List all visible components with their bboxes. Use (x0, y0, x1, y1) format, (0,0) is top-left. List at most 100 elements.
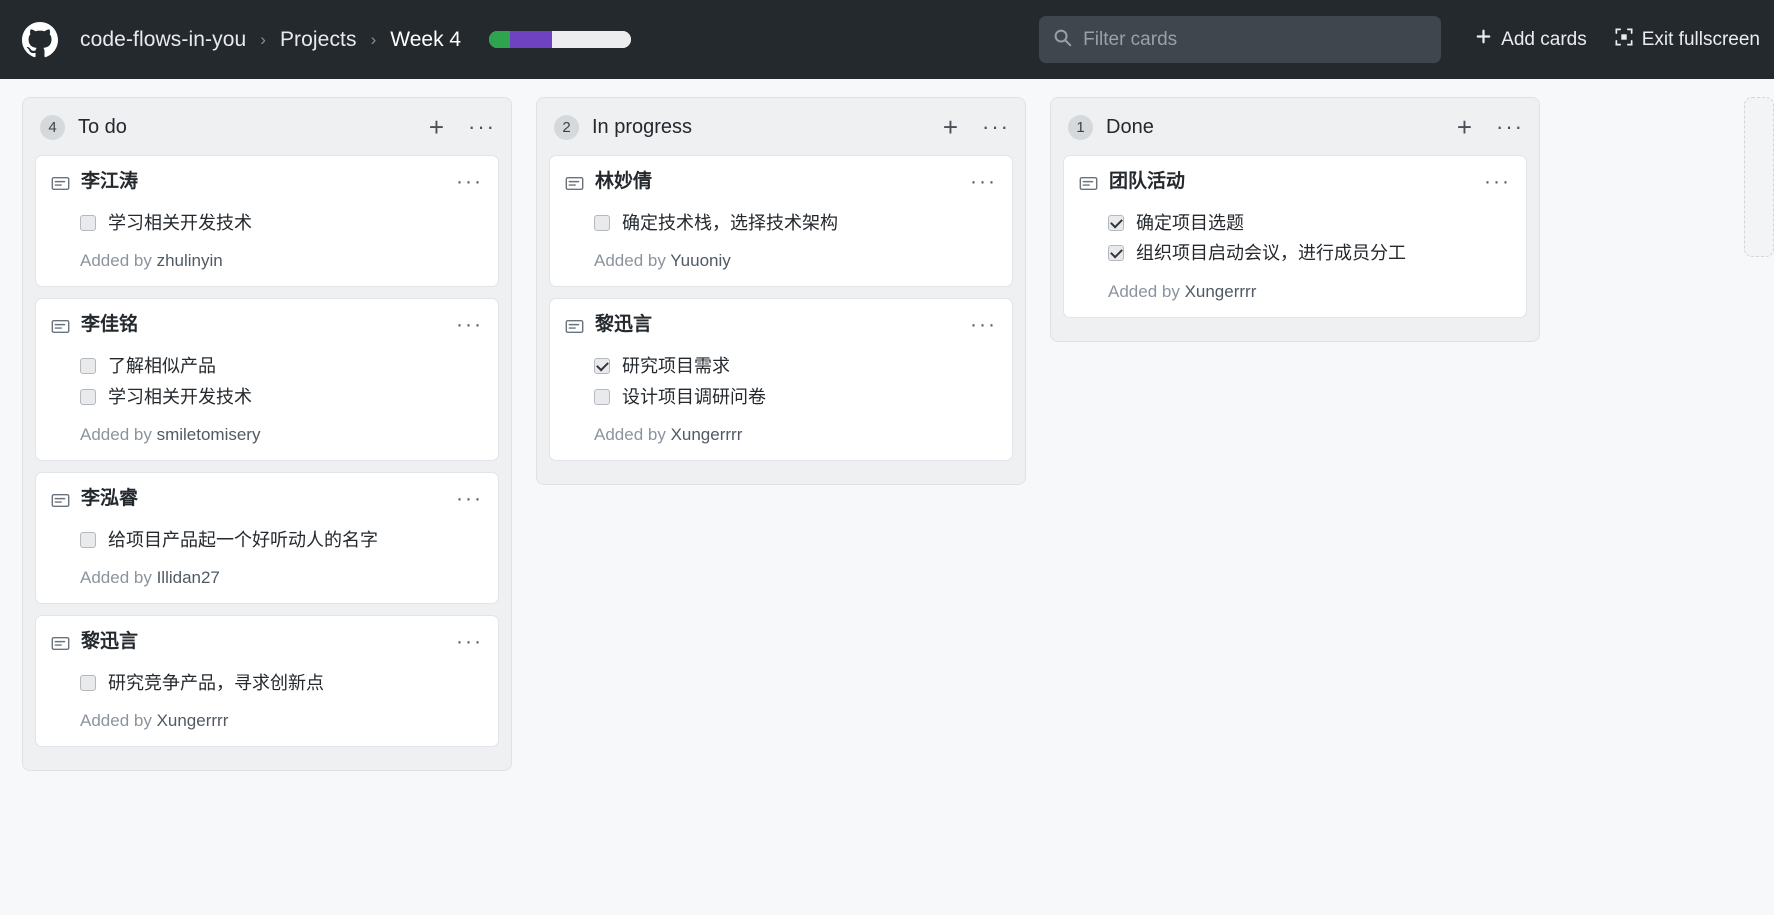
card-task[interactable]: 学习相关开发技术 (80, 382, 483, 412)
exit-fullscreen-button[interactable]: Exit fullscreen (1615, 28, 1760, 52)
project-card[interactable]: 黎迅言 ··· 研究竞争产品，寻求创新点 Added by Xungerrrr (35, 615, 499, 748)
task-checkbox[interactable] (1108, 245, 1124, 262)
board-column-done: 1 Done + ··· 团队活动 ··· 确定项目选题 组织项目启动会议，进行成员分工 Add… (1050, 97, 1540, 342)
note-icon (51, 317, 70, 341)
breadcrumb-separator-2: › (370, 29, 377, 49)
add-cards-button[interactable]: Add cards (1475, 28, 1587, 51)
app-header: code-flows-in-you › Projects › Week 4 Ad… (0, 0, 1774, 79)
column-header: 4 To do + ··· (23, 98, 511, 155)
filter-cards-search[interactable] (1039, 16, 1442, 63)
task-checkbox[interactable] (1108, 215, 1124, 232)
card-menu-icon[interactable]: ··· (970, 171, 997, 192)
card-header: 李佳铭 ··· (51, 313, 483, 341)
card-task[interactable]: 研究项目需求 (594, 351, 997, 381)
search-input[interactable] (1083, 28, 1428, 51)
card-task-list: 研究竞争产品，寻求创新点 (80, 668, 483, 698)
column-menu-icon[interactable]: ··· (468, 116, 496, 138)
task-checkbox[interactable] (80, 532, 96, 549)
note-icon (565, 317, 584, 341)
card-author[interactable]: Xungerrrr (157, 711, 229, 730)
card-header: 李泓睿 ··· (51, 487, 483, 515)
task-checkbox[interactable] (80, 358, 96, 375)
task-label: 确定技术栈，选择技术架构 (622, 213, 838, 233)
task-checkbox[interactable] (594, 215, 610, 232)
card-menu-icon[interactable]: ··· (456, 171, 483, 192)
task-checkbox[interactable] (80, 215, 96, 232)
project-card[interactable]: 李佳铭 ··· 了解相似产品 学习相关开发技术 Added by smiletomise… (35, 298, 499, 461)
note-icon (51, 634, 70, 658)
card-author[interactable]: zhulinyin (157, 251, 223, 270)
task-checkbox[interactable] (80, 388, 96, 405)
add-card-icon[interactable]: + (1457, 114, 1472, 140)
task-checkbox[interactable] (594, 358, 610, 375)
next-column-placeholder[interactable] (1744, 97, 1774, 257)
card-title: 黎迅言 (595, 314, 653, 336)
card-task[interactable]: 设计项目调研问卷 (594, 382, 997, 412)
card-added-by: Added by Xungerrrr (1108, 281, 1257, 301)
card-header: 林妙倩 ··· (565, 170, 997, 198)
task-label: 研究竞争产品，寻求创新点 (108, 673, 324, 694)
task-checkbox[interactable] (594, 388, 610, 405)
card-menu-icon[interactable]: ··· (456, 314, 483, 335)
project-card[interactable]: 林妙倩 ··· 确定技术栈，选择技术架构 Added by Yuuoniy (549, 155, 1013, 288)
card-author[interactable]: Xungerrrr (671, 425, 743, 444)
card-title: 林妙倩 (595, 171, 653, 192)
card-task-list: 给项目产品起一个好听动人的名字 (80, 525, 483, 555)
progress-segment-done (489, 31, 511, 48)
breadcrumb-projects[interactable]: Projects (280, 28, 357, 52)
card-menu-icon[interactable]: ··· (456, 631, 483, 652)
plus-icon (1475, 28, 1492, 51)
breadcrumb-repo[interactable]: code-flows-in-you (80, 28, 246, 52)
card-task-list: 了解相似产品学习相关开发技术 (80, 351, 483, 412)
card-task-list: 学习相关开发技术 (80, 208, 483, 238)
card-header: 黎迅言 ··· (51, 630, 483, 658)
task-checkbox[interactable] (80, 675, 96, 692)
task-label: 设计项目调研问卷 (622, 386, 766, 407)
column-menu-icon[interactable]: ··· (982, 116, 1010, 138)
column-actions: + ··· (429, 114, 496, 140)
note-icon (565, 174, 584, 198)
card-author[interactable]: smiletomisery (157, 425, 261, 444)
card-header: 李江涛 ··· (51, 170, 483, 198)
header-actions: Add cards Exit fullscreen (1475, 28, 1760, 52)
card-author[interactable]: Xungerrrr (1185, 282, 1257, 301)
progress-segment-in-progress (510, 31, 552, 48)
task-label: 给项目产品起一个好听动人的名字 (108, 529, 378, 550)
exit-fullscreen-icon (1615, 28, 1633, 52)
breadcrumb-current-project[interactable]: Week 4 (390, 28, 461, 52)
card-added-by: Added by Xungerrrr (80, 711, 229, 731)
card-task[interactable]: 确定技术栈，选择技术架构 (594, 208, 997, 238)
card-task[interactable]: 确定项目选题 (1108, 208, 1511, 238)
card-task[interactable]: 了解相似产品 (80, 351, 483, 381)
card-author[interactable]: Yuuoniy (670, 251, 731, 270)
card-menu-icon[interactable]: ··· (970, 314, 997, 335)
project-card[interactable]: 黎迅言 ··· 研究项目需求设计项目调研问卷 Added by Xungerrrr (549, 298, 1013, 461)
column-title: Done (1106, 115, 1154, 138)
card-added-by: Added by Xungerrrr (594, 424, 743, 444)
card-task[interactable]: 研究竞争产品，寻求创新点 (80, 668, 483, 698)
card-task[interactable]: 给项目产品起一个好听动人的名字 (80, 525, 483, 555)
card-menu-icon[interactable]: ··· (456, 488, 483, 509)
breadcrumb: code-flows-in-you › Projects › Week 4 (80, 28, 461, 52)
column-menu-icon[interactable]: ··· (1496, 116, 1524, 138)
card-author[interactable]: Illidan27 (157, 568, 220, 587)
column-header: 1 Done + ··· (1051, 98, 1539, 155)
card-added-by: Added by Yuuoniy (594, 251, 731, 271)
project-card[interactable]: 团队活动 ··· 确定项目选题 组织项目启动会议，进行成员分工 Added by Xun… (1063, 155, 1527, 318)
board-column-in-progress: 2 In progress + ··· 林妙倩 ··· 确定技术栈，选择技术架构 Added … (536, 97, 1026, 485)
card-task[interactable]: 学习相关开发技术 (80, 208, 483, 238)
card-menu-icon[interactable]: ··· (1484, 171, 1511, 192)
note-icon (51, 174, 70, 198)
column-actions: + ··· (943, 114, 1010, 140)
project-card[interactable]: 李江涛 ··· 学习相关开发技术 Added by zhulinyin (35, 155, 499, 288)
note-icon (1079, 174, 1098, 198)
add-card-icon[interactable]: + (429, 114, 444, 140)
card-task[interactable]: 组织项目启动会议，进行成员分工 (1108, 238, 1511, 268)
add-card-icon[interactable]: + (943, 114, 958, 140)
project-card[interactable]: 李泓睿 ··· 给项目产品起一个好听动人的名字 Added by Illidan27 (35, 471, 499, 605)
github-logo-icon[interactable] (22, 21, 58, 58)
task-label: 学习相关开发技术 (108, 386, 252, 407)
task-label: 了解相似产品 (108, 356, 216, 377)
card-task-list: 确定项目选题 组织项目启动会议，进行成员分工 (1108, 208, 1511, 269)
column-cards: 李江涛 ··· 学习相关开发技术 Added by zhulinyin 李佳铭 ··· 了解… (23, 155, 511, 770)
